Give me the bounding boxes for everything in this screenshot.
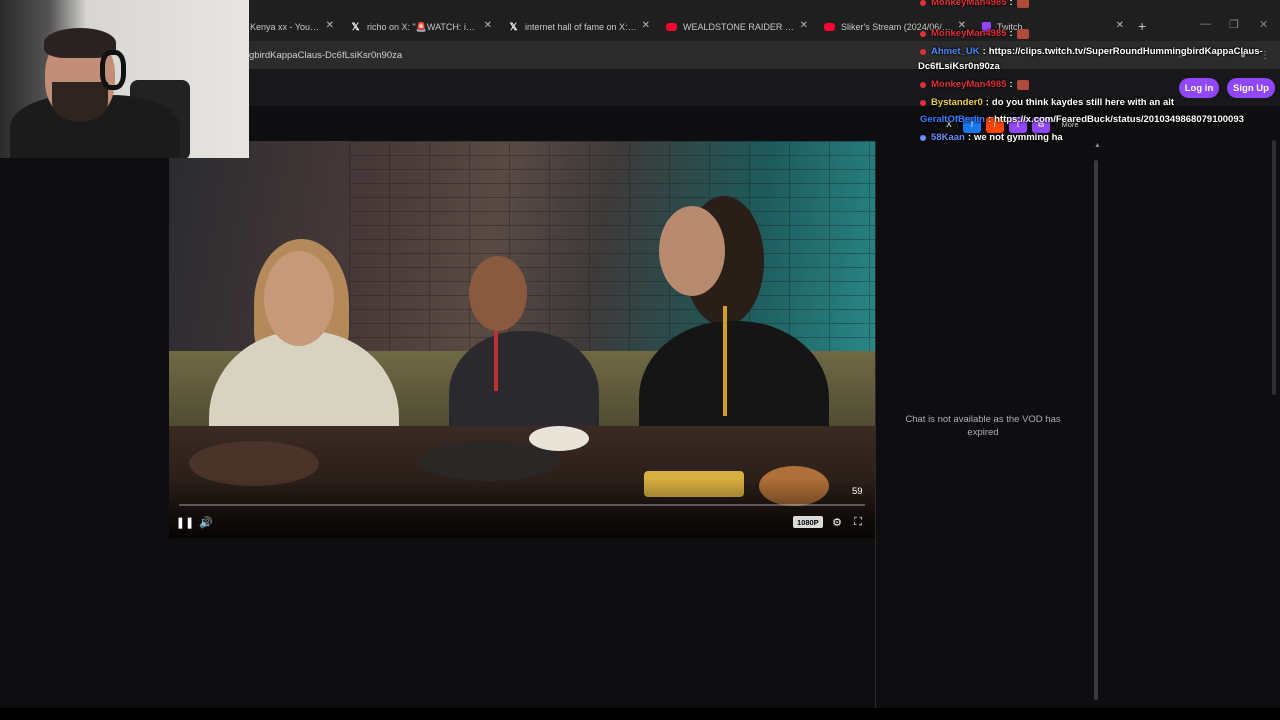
chat-separator: : (1009, 79, 1013, 90)
chat-badge-icon (920, 0, 926, 6)
video-player[interactable]: 59 ❚❚ 🔊 1080P ⚙ ⛶ (169, 141, 875, 538)
chat-separator: : (1009, 28, 1013, 39)
chat-separator: : (1009, 0, 1013, 8)
restore-icon[interactable]: ❐ (1229, 18, 1239, 31)
chat-username: 58Kaan (931, 132, 965, 143)
chat-separator: : (987, 114, 992, 125)
volume-icon[interactable]: 🔊 (198, 515, 214, 529)
new-tab-icon[interactable]: + (1138, 18, 1146, 34)
chat-text: we not gymming ha (973, 132, 1063, 143)
tab-youtube-kenya[interactable]: Kenya xx - YouTube ✕ (250, 17, 334, 37)
close-icon[interactable]: ✕ (1116, 20, 1124, 31)
right-pane (1100, 141, 1280, 708)
person-head (659, 206, 725, 296)
youtube-icon (824, 23, 835, 31)
chat-text: https://clips.twitch.tv/SuperRoundHummin… (988, 46, 1263, 57)
emote-icon (1016, 28, 1029, 39)
seek-bar[interactable] (179, 504, 865, 506)
url-input[interactable]: gbirdKappaClaus-Dc6fLsiKsr0n90za (249, 50, 402, 61)
chat-username: GeraltOfBerlin (920, 114, 985, 125)
person-head (264, 251, 334, 346)
overlay-chat-message: 58Kaan : we not gymming ha (920, 132, 1063, 143)
chat-username: MonkeyMan4985 (931, 28, 1007, 39)
page-scrollbar[interactable] (1272, 140, 1276, 395)
food-dish (529, 426, 589, 451)
close-icon[interactable]: ✕ (484, 20, 492, 31)
chat-username: Ahmet_UK (931, 46, 980, 57)
chat-username: Bystander0 (931, 97, 983, 108)
chat-text: do you think kaydes still here with an a… (991, 97, 1175, 108)
controls-gradient (169, 478, 875, 538)
viewer-count: 59 (852, 486, 863, 497)
chat-badge-icon (920, 99, 926, 106)
chat-scrollbar[interactable] (1094, 160, 1098, 700)
youtube-icon (666, 23, 677, 31)
close-icon[interactable]: ✕ (326, 20, 334, 31)
overlay-chat-message: Ahmet_UK : https://clips.twitch.tv/Super… (920, 46, 1263, 57)
overlay-chat-message: MonkeyMan4985 : (920, 79, 1029, 90)
tab-x-internet-hall[interactable]: 𝕏 internet hall of fame on X: "Fuk ✕ (508, 17, 650, 37)
chat-username: MonkeyMan4985 (931, 79, 1007, 90)
login-button[interactable]: Log in (1179, 78, 1219, 98)
chat-separator: : (985, 97, 989, 108)
minimize-icon[interactable]: — (1200, 18, 1211, 30)
overlay-chat-message-continued: Dc6fLsiKsr0n90za (918, 61, 1000, 72)
chat-text: https://x.com/FearedBuck/status/20103498… (994, 114, 1244, 125)
fullscreen-icon[interactable]: ⛶ (850, 515, 866, 529)
quality-badge[interactable]: 1080P (793, 516, 823, 528)
tab-title: internet hall of fame on X: "Fuk (525, 22, 637, 32)
lanyard (494, 331, 498, 391)
x-logo-icon: 𝕏 (351, 21, 360, 33)
close-icon[interactable]: ✕ (800, 20, 808, 31)
window-close-icon[interactable]: ✕ (1259, 18, 1268, 31)
tab-title: richo on X: "🚨WATCH: iShowS (367, 21, 479, 32)
left-column (0, 106, 169, 708)
webcam-overlay (0, 0, 249, 158)
overlay-chat-message: MonkeyMan4985 : (920, 28, 1029, 39)
tab-title: WEALDSTONE RAIDER ORIGIN (683, 22, 795, 32)
chat-badge-icon (920, 134, 926, 141)
pause-icon[interactable]: ❚❚ (176, 515, 194, 529)
emote-icon (1016, 79, 1029, 90)
chat-text: Dc6fLsiKsr0n90za (918, 61, 1000, 72)
below-video-area (169, 538, 875, 708)
chat-badge-icon (920, 30, 926, 37)
webcam-person-beard (52, 82, 108, 122)
emote-icon (1016, 0, 1029, 8)
chat-separator: : (967, 132, 971, 143)
chat-separator: : (982, 46, 986, 57)
chat-badge-icon (920, 81, 926, 88)
close-icon[interactable]: ✕ (642, 20, 650, 31)
headset (100, 50, 126, 90)
overlay-chat-message: Bystander0 : do you think kaydes still h… (920, 97, 1174, 108)
tab-x-richo[interactable]: 𝕏 richo on X: "🚨WATCH: iShowS ✕ (350, 17, 492, 37)
chat-username: MonkeyMan4985 (931, 0, 1007, 8)
tab-title: Kenya xx - YouTube (250, 22, 320, 32)
chat-badge-icon (920, 48, 926, 55)
person-head (469, 256, 527, 331)
bottom-bar (0, 708, 1280, 720)
gear-icon[interactable]: ⚙ (829, 515, 845, 529)
x-logo-icon: 𝕏 (509, 21, 518, 33)
lanyard (723, 306, 727, 416)
overlay-chat-message: GeraltOfBerlin : https://x.com/FearedBuc… (920, 114, 1244, 125)
tab-youtube-wealdstone[interactable]: WEALDSTONE RAIDER ORIGIN ✕ (666, 17, 808, 37)
chat-expired-message: Chat is not available as the VOD has exp… (905, 414, 1061, 438)
screen: Kenya xx - YouTube ✕ 𝕏 richo on X: "🚨WAT… (0, 0, 1280, 720)
overlay-chat-message: MonkeyMan4985 : (920, 0, 1029, 8)
signup-button[interactable]: Sign Up (1227, 78, 1275, 98)
